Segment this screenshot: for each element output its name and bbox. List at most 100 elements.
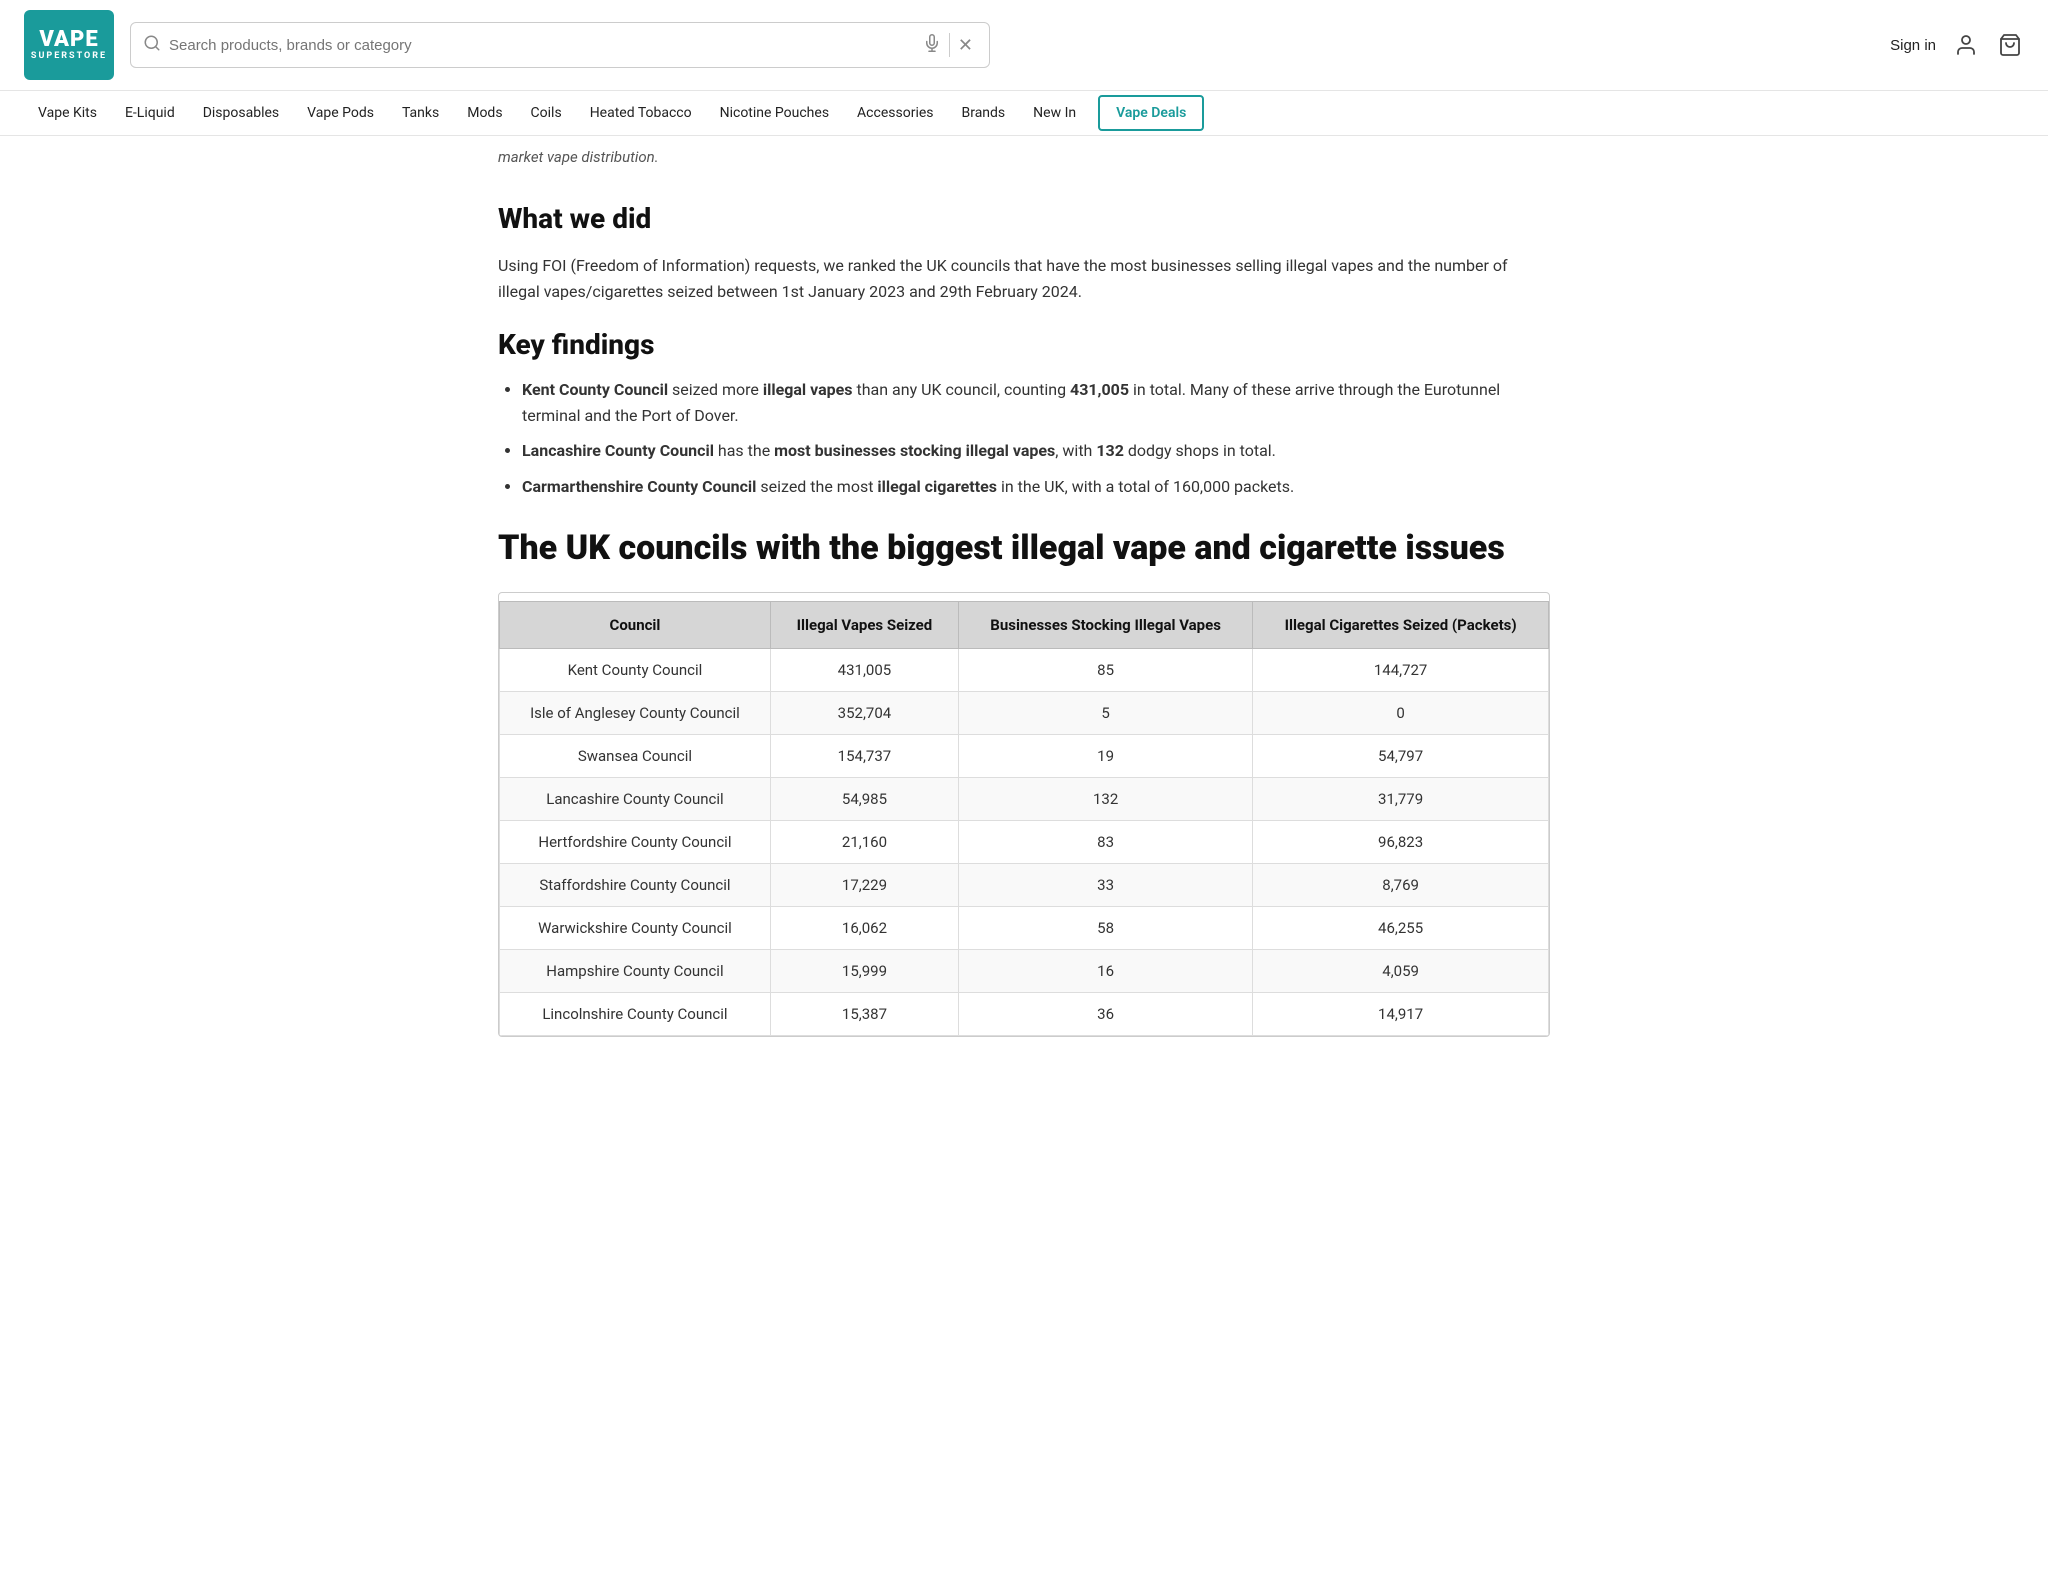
- table-header-row: Council Illegal Vapes Seized Businesses …: [500, 602, 1549, 649]
- table-cell: 132: [959, 778, 1253, 821]
- table-row: Swansea Council154,7371954,797: [500, 735, 1549, 778]
- logo[interactable]: VAPE SUPERSTORE: [24, 10, 114, 80]
- finding-3: Carmarthenshire County Council seized th…: [522, 474, 1550, 500]
- table-cell: 15,387: [770, 993, 958, 1036]
- cart-icon[interactable]: [1996, 31, 2024, 59]
- table-cell: Hertfordshire County Council: [500, 821, 771, 864]
- sign-in-button[interactable]: Sign in: [1890, 37, 1936, 54]
- table-cell: Swansea Council: [500, 735, 771, 778]
- table-cell: 83: [959, 821, 1253, 864]
- nav-item-accessories[interactable]: Accessories: [843, 91, 947, 135]
- finding-2: Lancashire County Council has the most b…: [522, 438, 1550, 464]
- table-cell: 16: [959, 950, 1253, 993]
- table-cell: Isle of Anglesey County Council: [500, 692, 771, 735]
- nav-item-coils[interactable]: Coils: [517, 91, 576, 135]
- finding-2-council: Lancashire County Council: [522, 441, 714, 460]
- table-cell: 4,059: [1253, 950, 1549, 993]
- table-cell: 17,229: [770, 864, 958, 907]
- faded-intro-text: market vape distribution.: [498, 136, 1550, 186]
- nav-item-heated-tobacco[interactable]: Heated Tobacco: [576, 91, 706, 135]
- table-cell: Warwickshire County Council: [500, 907, 771, 950]
- search-bar: ✕: [130, 22, 990, 68]
- big-title-heading: The UK councils with the biggest illegal…: [498, 528, 1550, 569]
- nav-item-vape-pods[interactable]: Vape Pods: [293, 91, 388, 135]
- clear-button[interactable]: ✕: [954, 35, 977, 56]
- table-cell: 15,999: [770, 950, 958, 993]
- table-body: Kent County Council431,00585144,727Isle …: [500, 649, 1549, 1036]
- mic-button[interactable]: [919, 34, 945, 57]
- table-cell: 0: [1253, 692, 1549, 735]
- nav-item-new-in[interactable]: New In: [1019, 91, 1090, 135]
- table-cell: 144,727: [1253, 649, 1549, 692]
- findings-list: Kent County Council seized more illegal …: [498, 377, 1550, 499]
- table-cell: Lincolnshire County Council: [500, 993, 771, 1036]
- finding-3-bold1: illegal cigarettes: [877, 477, 997, 496]
- table-cell: 96,823: [1253, 821, 1549, 864]
- divider: [949, 33, 950, 57]
- table-cell: Kent County Council: [500, 649, 771, 692]
- finding-1-bold1: illegal vapes: [763, 380, 853, 399]
- user-icon[interactable]: [1952, 31, 1980, 59]
- table-header: Council Illegal Vapes Seized Businesses …: [500, 602, 1549, 649]
- nav-item-eliquid[interactable]: E-Liquid: [111, 91, 189, 135]
- logo-vape-text: VAPE: [39, 29, 98, 51]
- finding-1: Kent County Council seized more illegal …: [522, 377, 1550, 428]
- nav-item-disposables[interactable]: Disposables: [189, 91, 293, 135]
- table-cell: 31,779: [1253, 778, 1549, 821]
- table-cell: 54,797: [1253, 735, 1549, 778]
- nav-item-nicotine-pouches[interactable]: Nicotine Pouches: [706, 91, 843, 135]
- header: VAPE SUPERSTORE ✕ Sign in: [0, 0, 2048, 91]
- table-cell: 19: [959, 735, 1253, 778]
- nav-item-mods[interactable]: Mods: [453, 91, 516, 135]
- table-cell: 431,005: [770, 649, 958, 692]
- logo-superstore-text: SUPERSTORE: [31, 51, 107, 61]
- table-row: Staffordshire County Council17,229338,76…: [500, 864, 1549, 907]
- what-we-did-heading: What we did: [498, 202, 1550, 235]
- finding-2-bold2: 132: [1096, 441, 1124, 460]
- nav-item-tanks[interactable]: Tanks: [388, 91, 453, 135]
- search-input[interactable]: [169, 37, 919, 54]
- table-cell: 154,737: [770, 735, 958, 778]
- data-table-wrapper: Council Illegal Vapes Seized Businesses …: [498, 592, 1550, 1037]
- councils-table: Council Illegal Vapes Seized Businesses …: [499, 601, 1549, 1036]
- nav-item-vape-deals[interactable]: Vape Deals: [1098, 95, 1204, 131]
- col-businesses: Businesses Stocking Illegal Vapes: [959, 602, 1253, 649]
- table-cell: 8,769: [1253, 864, 1549, 907]
- table-row: Isle of Anglesey County Council352,70450: [500, 692, 1549, 735]
- header-actions: Sign in: [1890, 31, 2024, 59]
- nav-item-brands[interactable]: Brands: [948, 91, 1020, 135]
- table-cell: 58: [959, 907, 1253, 950]
- table-row: Lincolnshire County Council15,3873614,91…: [500, 993, 1549, 1036]
- table-cell: 21,160: [770, 821, 958, 864]
- key-findings-heading: Key findings: [498, 328, 1550, 361]
- search-icon: [143, 34, 161, 56]
- table-cell: 33: [959, 864, 1253, 907]
- table-cell: 14,917: [1253, 993, 1549, 1036]
- finding-1-council: Kent County Council: [522, 380, 668, 399]
- finding-1-bold2: 431,005: [1070, 380, 1129, 399]
- table-cell: 16,062: [770, 907, 958, 950]
- table-cell: 36: [959, 993, 1253, 1036]
- col-council: Council: [500, 602, 771, 649]
- table-row: Hertfordshire County Council21,1608396,8…: [500, 821, 1549, 864]
- intro-paragraph: Using FOI (Freedom of Information) reque…: [498, 253, 1550, 304]
- sign-in-label: Sign in: [1890, 37, 1936, 54]
- page-content: market vape distribution. What we did Us…: [474, 136, 1574, 1077]
- table-row: Hampshire County Council15,999164,059: [500, 950, 1549, 993]
- table-cell: Staffordshire County Council: [500, 864, 771, 907]
- col-illegal-vapes: Illegal Vapes Seized: [770, 602, 958, 649]
- table-row: Kent County Council431,00585144,727: [500, 649, 1549, 692]
- nav: Vape Kits E-Liquid Disposables Vape Pods…: [0, 91, 2048, 136]
- table-row: Lancashire County Council54,98513231,779: [500, 778, 1549, 821]
- table-cell: 54,985: [770, 778, 958, 821]
- table-row: Warwickshire County Council16,0625846,25…: [500, 907, 1549, 950]
- table-cell: Hampshire County Council: [500, 950, 771, 993]
- finding-2-bold1: most businesses stocking illegal vapes: [774, 441, 1055, 460]
- finding-3-council: Carmarthenshire County Council: [522, 477, 756, 496]
- nav-item-vape-kits[interactable]: Vape Kits: [24, 91, 111, 135]
- table-cell: 85: [959, 649, 1253, 692]
- table-cell: 46,255: [1253, 907, 1549, 950]
- col-cigarettes: Illegal Cigarettes Seized (Packets): [1253, 602, 1549, 649]
- table-cell: 5: [959, 692, 1253, 735]
- table-cell: Lancashire County Council: [500, 778, 771, 821]
